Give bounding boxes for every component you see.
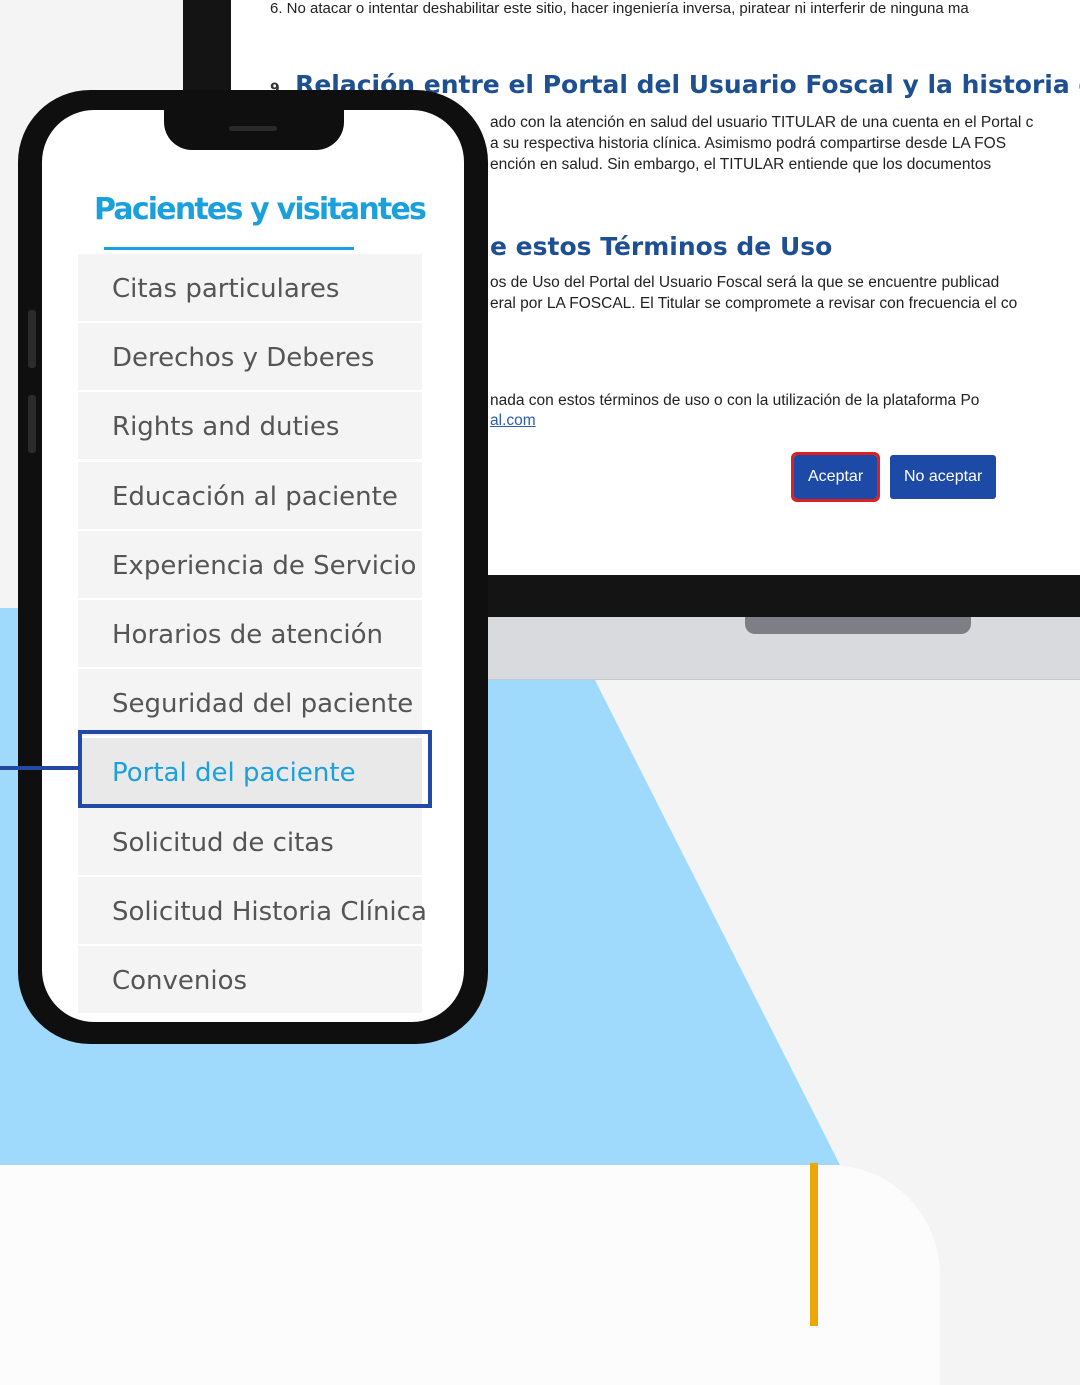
contact-email-link[interactable]: al.com: [490, 412, 536, 430]
paragraph-terms: os de Uso del Portal del Usuario Foscal …: [490, 274, 1018, 312]
section-heading-terms: e estos Términos de Uso: [490, 232, 833, 261]
phone-frame: Pacientes y visitantes Citas particulare…: [18, 90, 488, 1044]
speaker-grille: [229, 126, 277, 131]
title-underline: [104, 247, 354, 250]
laptop-notch: [745, 617, 971, 634]
decline-button[interactable]: No aceptar: [890, 455, 997, 499]
phone-side-button: [28, 310, 36, 368]
phone-notch: [164, 110, 344, 150]
accent-line: [810, 1163, 818, 1326]
menu-item-derechos-deberes[interactable]: Derechos y Deberes: [78, 323, 422, 391]
menu-item-solicitud-citas[interactable]: Solicitud de citas: [78, 807, 422, 875]
paragraph-relation: ado con la atención en salud del usuario…: [490, 114, 1034, 173]
menu-item-horarios-atencion[interactable]: Horarios de atención: [78, 599, 422, 667]
accept-button[interactable]: Aceptar: [790, 452, 881, 502]
menu-item-rights-duties[interactable]: Rights and duties: [78, 392, 422, 460]
menu-title: Pacientes y visitantes: [94, 192, 427, 227]
phone-screen: Pacientes y visitantes Citas particulare…: [42, 110, 464, 1022]
menu-item-solicitud-historia[interactable]: Solicitud Historia Clínica: [78, 876, 427, 944]
terms-rule-6: 6. No atacar o intentar deshabilitar est…: [270, 0, 969, 17]
phone-side-button: [28, 395, 36, 453]
menu-item-seguridad-paciente[interactable]: Seguridad del paciente: [78, 669, 422, 737]
menu-item-citas-particulares[interactable]: Citas particulares: [78, 254, 422, 321]
menu-item-convenios[interactable]: Convenios: [78, 945, 422, 1013]
highlight-box: [78, 730, 432, 808]
menu-item-educacion-paciente[interactable]: Educación al paciente: [78, 461, 422, 529]
patients-menu: Citas particulares Derechos y Deberes Ri…: [78, 254, 427, 1015]
paragraph-contact: nada con estos términos de uso o con la …: [490, 392, 980, 409]
highlight-connector: [0, 766, 80, 770]
menu-item-experiencia-servicio[interactable]: Experiencia de Servicio: [78, 530, 422, 598]
laptop-bezel: [470, 575, 1080, 617]
bottom-card: [0, 1165, 940, 1385]
